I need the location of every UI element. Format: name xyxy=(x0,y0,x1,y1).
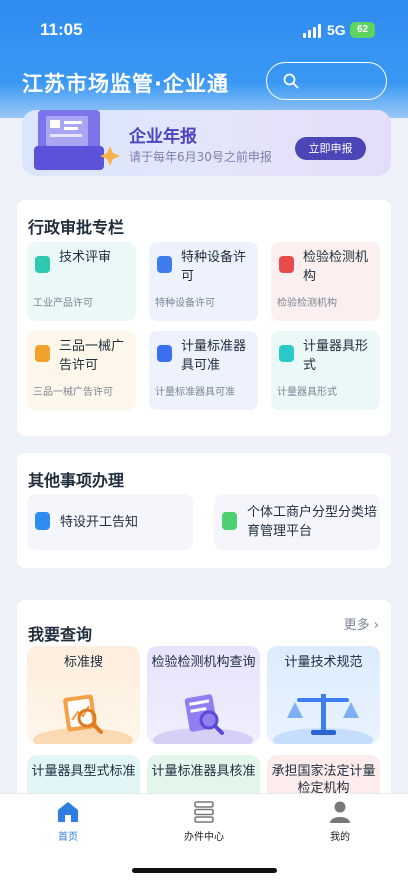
document-icon xyxy=(157,256,172,273)
document-icon xyxy=(279,256,294,273)
home-indicator xyxy=(132,868,277,873)
status-bar: 11:05 5G 62 xyxy=(0,0,408,56)
admin-item-tech-review[interactable]: 技术评审 工业产品许可 xyxy=(27,242,136,321)
declare-now-button[interactable]: 立即申报 xyxy=(295,137,366,160)
battery-icon: 62 xyxy=(350,22,375,38)
admin-item-label: 特种设备许可 xyxy=(181,250,247,284)
search-icon xyxy=(283,73,299,89)
admin-item-measurement-standard[interactable]: 计量标准器具可准 计量标准器具可准 xyxy=(149,331,258,410)
document-icon xyxy=(279,345,294,362)
tab-label: 我的 xyxy=(330,832,350,843)
chevron-right-icon: › xyxy=(373,618,379,633)
section-title: 其他事项办理 xyxy=(28,471,125,490)
chart-magnifier-icon xyxy=(33,694,133,744)
admin-item-inspection-agency[interactable]: 检验检测机构 检验检测机构 xyxy=(271,242,380,321)
section-title: 行政审批专栏 xyxy=(28,218,125,237)
admin-item-instrument-type[interactable]: 计量器具形式 计量器具形式 xyxy=(271,331,380,410)
admin-item-desc: 计量标准器具可准 xyxy=(155,387,235,398)
report-illustration-icon xyxy=(34,110,120,170)
more-label: 更多 xyxy=(343,618,370,633)
query-card: 我要查询 更多 › 标准搜 检验检测机构查询 计量技术规范 计量器具型式标准 计… xyxy=(17,600,391,853)
document-icon xyxy=(157,345,172,362)
admin-item-label: 三品一械广告许可 xyxy=(59,339,125,373)
network-type: 5G xyxy=(327,22,346,38)
home-icon xyxy=(58,802,78,822)
user-icon xyxy=(330,801,350,823)
tab-home[interactable]: 首页 xyxy=(28,800,108,843)
admin-item-ad-permit[interactable]: 三品一械广告许可 三品一械广告许可 xyxy=(27,331,136,410)
document-magnifier-icon xyxy=(153,694,253,744)
more-link[interactable]: 更多 › xyxy=(344,614,379,633)
admin-item-desc: 计量器具形式 xyxy=(277,387,337,398)
query-item-measurement-spec[interactable]: 计量技术规范 xyxy=(267,646,380,744)
banner-subtitle: 请于每年6月30号之前申报 xyxy=(129,150,272,164)
document-icon xyxy=(35,345,50,362)
other-item-label: 特设开工告知 xyxy=(60,515,139,530)
status-time: 11:05 xyxy=(40,20,83,39)
query-item-standard-search[interactable]: 标准搜 xyxy=(27,646,140,744)
annual-report-banner[interactable]: 企业年报 请于每年6月30号之前申报 立即申报 xyxy=(22,110,391,176)
admin-item-desc: 工业产品许可 xyxy=(33,298,93,309)
document-icon xyxy=(35,512,50,530)
tab-profile[interactable]: 我的 xyxy=(300,800,380,843)
server-icon xyxy=(194,801,214,823)
admin-item-special-equipment[interactable]: 特种设备许可 特种设备许可 xyxy=(149,242,258,321)
tab-case-center[interactable]: 办件中心 xyxy=(164,800,244,843)
other-item-business-platform[interactable]: 个体工商户分型分类培育管理平台 xyxy=(214,494,380,550)
admin-approval-card: 行政审批专栏 技术评审 工业产品许可 特种设备许可 特种设备许可 检验检测机构 … xyxy=(17,200,391,436)
search-button[interactable] xyxy=(266,62,387,100)
tab-label: 办件中心 xyxy=(184,832,224,843)
page-title: 江苏市场监管·企业通 xyxy=(22,72,229,96)
admin-item-label: 计量标准器具可准 xyxy=(181,339,247,373)
query-item-label: 标准搜 xyxy=(63,655,103,670)
section-title: 我要查询 xyxy=(28,625,93,644)
admin-item-desc: 检验检测机构 xyxy=(277,298,337,309)
admin-item-desc: 特种设备许可 xyxy=(155,298,215,309)
query-item-label: 计量器具型式标准 xyxy=(31,764,136,779)
banner-title: 企业年报 xyxy=(129,127,197,147)
admin-item-label: 计量器具形式 xyxy=(303,339,369,373)
other-matters-card: 其他事项办理 特设开工告知 个体工商户分型分类培育管理平台 xyxy=(17,453,391,568)
other-item-label: 个体工商户分型分类培育管理平台 xyxy=(247,505,378,539)
scale-icon xyxy=(273,694,373,744)
query-item-label: 计量技术规范 xyxy=(284,655,363,670)
admin-item-desc: 三品一械广告许可 xyxy=(33,387,113,398)
document-icon xyxy=(35,256,50,273)
admin-item-label: 技术评审 xyxy=(59,250,112,265)
query-item-label: 承担国家法定计量检定机构 xyxy=(271,764,376,796)
query-item-label: 检验检测机构查询 xyxy=(151,655,256,670)
query-item-inspection-agency[interactable]: 检验检测机构查询 xyxy=(147,646,260,744)
app-header: 11:05 5G 62 江苏市场监管·企业通 xyxy=(0,0,408,118)
tab-label: 首页 xyxy=(58,832,78,843)
admin-item-label: 检验检测机构 xyxy=(303,250,369,284)
other-item-construction-notice[interactable]: 特设开工告知 xyxy=(27,494,193,550)
signal-icon xyxy=(303,24,323,38)
document-icon xyxy=(222,512,237,530)
query-item-label: 计量标准器具核准 xyxy=(151,764,256,779)
